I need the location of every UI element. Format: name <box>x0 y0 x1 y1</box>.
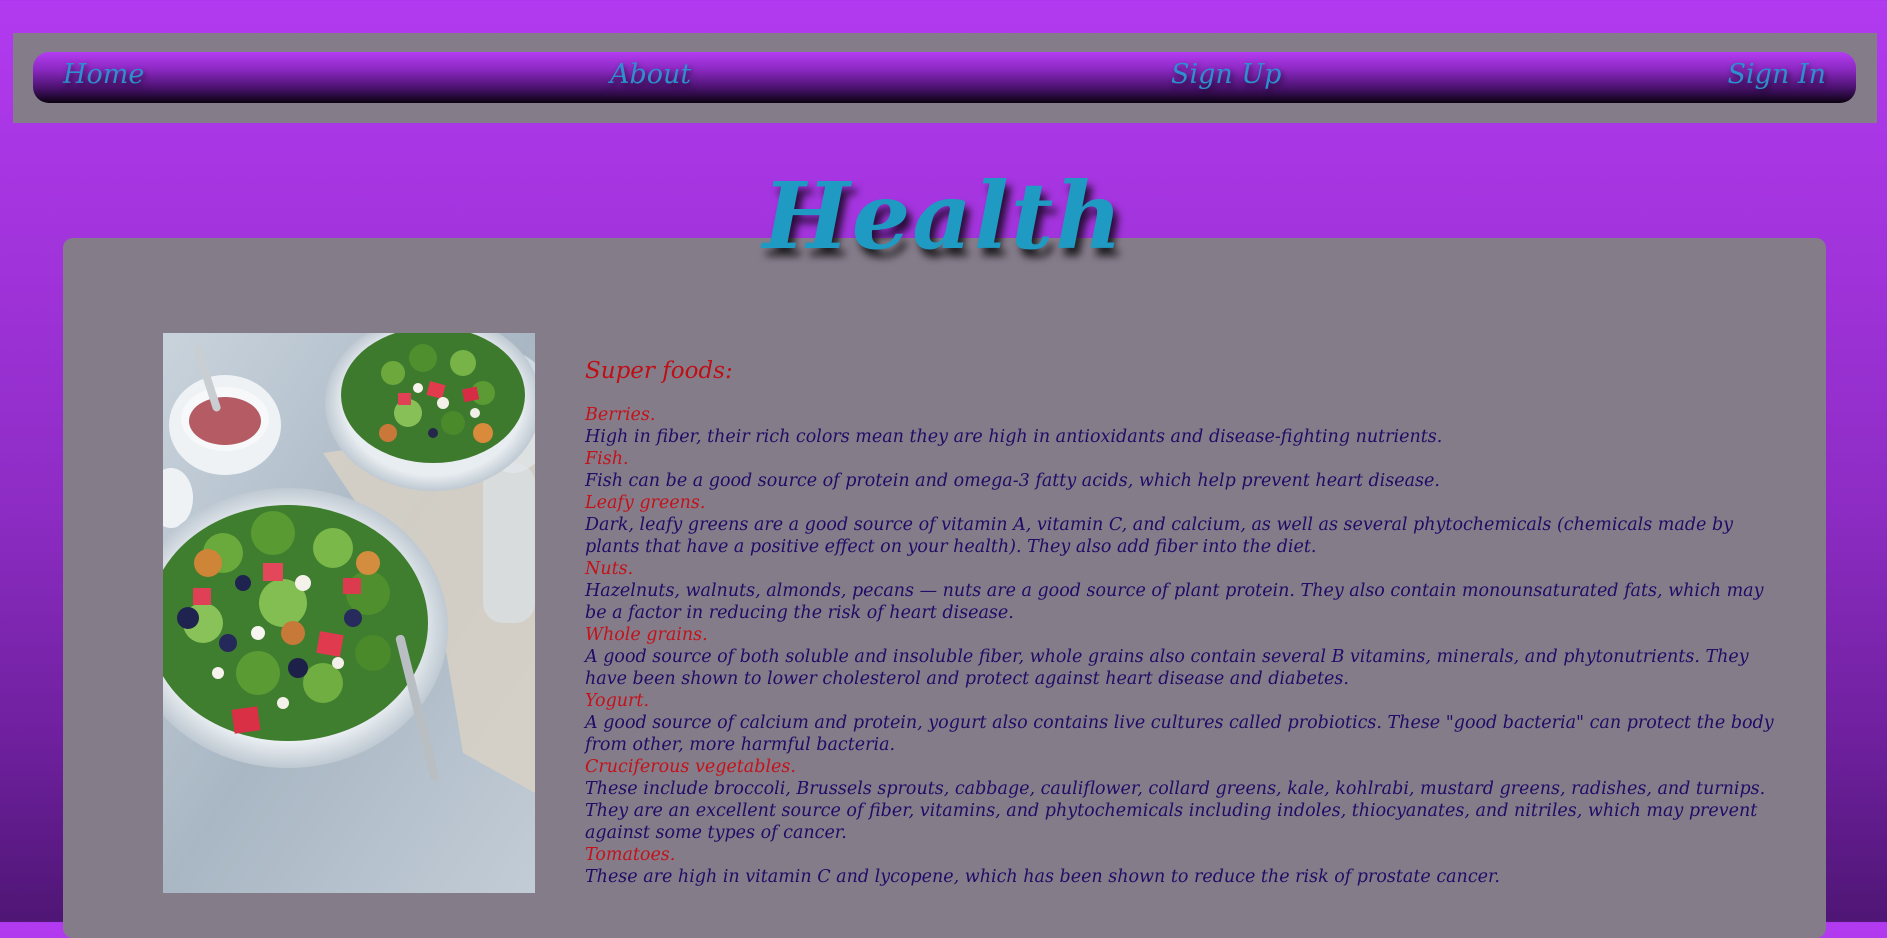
food-name: Whole grains. <box>585 625 708 645</box>
food-name: Fish. <box>585 449 629 469</box>
food-name: Leafy greens. <box>585 493 706 513</box>
nav-link-about[interactable]: About <box>610 59 691 90</box>
food-description: Hazelnuts, walnuts, almonds, pecans — nu… <box>585 581 1764 623</box>
salad-photo <box>163 333 535 893</box>
food-name: Nuts. <box>585 559 634 579</box>
food-description: Fish can be a good source of protein and… <box>585 471 1440 491</box>
super-foods-section: Super foods: Berries. High in fiber, thei… <box>585 356 1775 888</box>
food-name: Yogurt. <box>585 691 650 711</box>
food-item: Berries. High in fiber, their rich colors… <box>585 404 1775 448</box>
food-item: Nuts. Hazelnuts, walnuts, almonds, pecans… <box>585 558 1775 624</box>
food-name: Cruciferous vegetables. <box>585 757 796 777</box>
food-list: Berries. High in fiber, their rich colors… <box>585 404 1775 888</box>
navigation-frame: Home About Sign Up Sign In <box>13 33 1877 123</box>
food-description: High in fiber, their rich colors mean th… <box>585 427 1443 447</box>
food-name: Berries. <box>585 405 656 425</box>
food-description: Dark, leafy greens are a good source of … <box>585 515 1734 557</box>
food-item: Whole grains. A good source of both solub… <box>585 624 1775 690</box>
food-description: These are high in vitamin C and lycopene… <box>585 867 1500 887</box>
food-description: These include broccoli, Brussels sprouts… <box>585 779 1766 843</box>
nav-link-home[interactable]: Home <box>63 59 144 90</box>
page-title: Health <box>762 162 1125 270</box>
nav-link-sign-up[interactable]: Sign Up <box>1171 59 1281 90</box>
food-description: A good source of both soluble and insolu… <box>585 647 1749 689</box>
nav-link-sign-in[interactable]: Sign In <box>1728 59 1826 90</box>
food-item: Yogurt. A good source of calcium and prot… <box>585 690 1775 756</box>
food-item: Tomatoes. These are high in vitamin C and… <box>585 844 1775 888</box>
food-description: A good source of calcium and protein, yo… <box>585 713 1774 755</box>
food-item: Leafy greens. Dark, leafy greens are a go… <box>585 492 1775 558</box>
navigation-bar: Home About Sign Up Sign In <box>33 52 1856 103</box>
food-item: Fish. Fish can be a good source of protei… <box>585 448 1775 492</box>
food-name: Tomatoes. <box>585 845 676 865</box>
food-item: Cruciferous vegetables. These include bro… <box>585 756 1775 844</box>
super-foods-heading: Super foods: <box>585 358 733 384</box>
